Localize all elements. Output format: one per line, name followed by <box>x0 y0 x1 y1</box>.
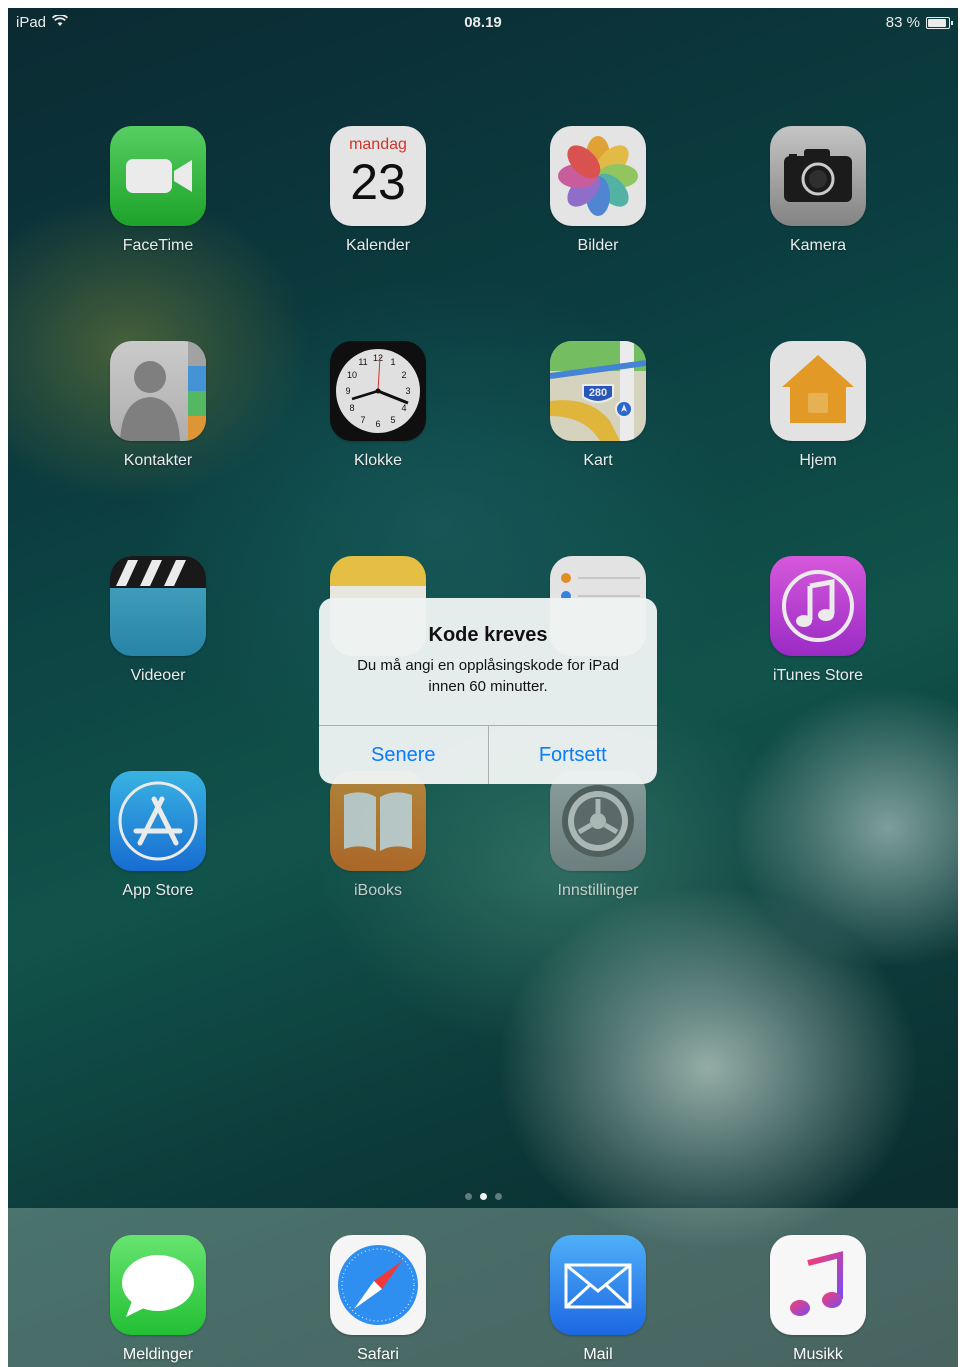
mail-icon <box>550 1235 646 1335</box>
alert-message: Du må angi en opplåsingskode for iPad in… <box>357 657 619 695</box>
safari-icon <box>330 1235 426 1335</box>
passcode-alert: Kode kreves Du må angi en opplåsingskode… <box>319 598 657 784</box>
app-label: Mail <box>583 1346 613 1363</box>
later-button[interactable]: Senere <box>319 726 488 784</box>
alert-actions: Senere Fortsett <box>319 725 657 784</box>
app-meldinger[interactable]: Meldinger <box>73 1235 243 1364</box>
music-icon <box>770 1235 866 1335</box>
continue-button[interactable]: Fortsett <box>487 726 658 784</box>
alert-title: Kode kreves <box>428 624 548 646</box>
app-label: Safari <box>357 1346 399 1363</box>
app-safari[interactable]: Safari <box>293 1235 463 1364</box>
app-mail[interactable]: Mail <box>513 1235 683 1364</box>
messages-icon <box>110 1235 206 1335</box>
app-label: Musikk <box>793 1346 843 1363</box>
home-screen: iPad 08.19 83 % FaceTime mandag 23 Kalen… <box>8 8 958 1367</box>
dock: Meldinger Safari Mail Musikk <box>8 1208 958 1367</box>
page-dot-active <box>479 1193 487 1200</box>
page-indicator[interactable] <box>8 1193 958 1200</box>
app-musikk[interactable]: Musikk <box>733 1235 903 1364</box>
page-dot <box>494 1193 502 1200</box>
page-dot <box>464 1193 472 1200</box>
app-label: Meldinger <box>122 1346 194 1363</box>
